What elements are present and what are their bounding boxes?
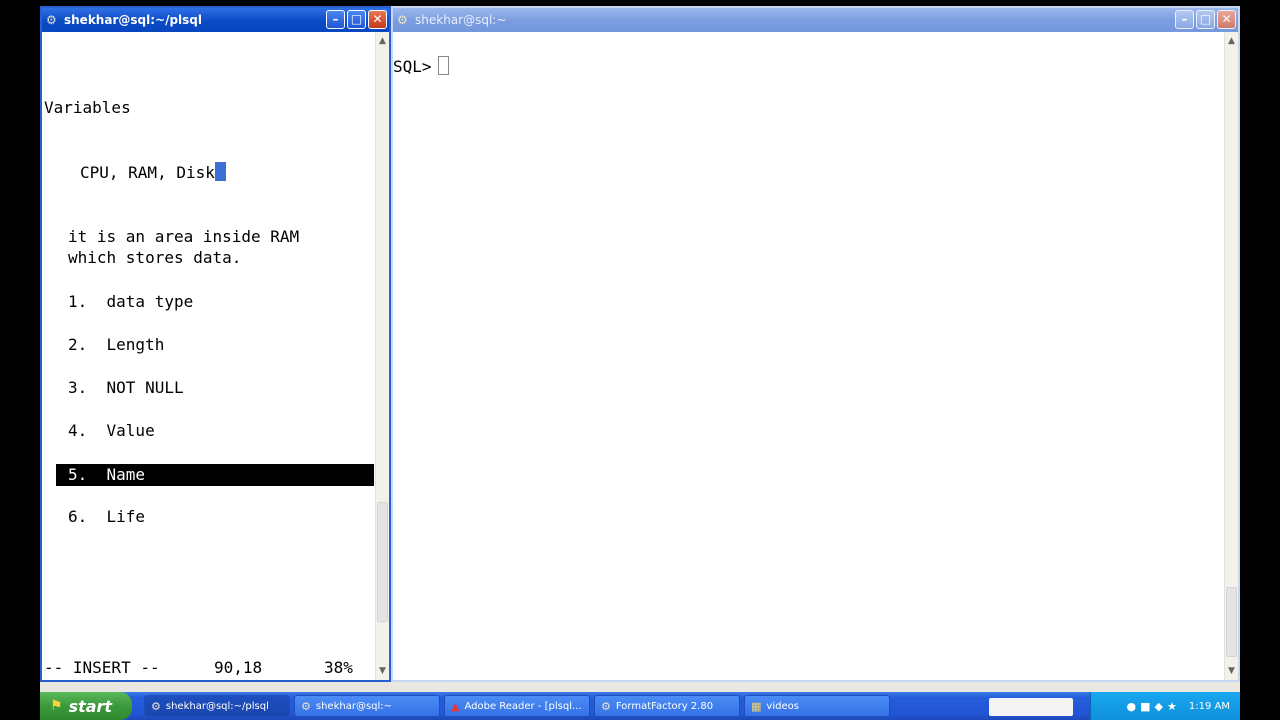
left-terminal-window[interactable]: ⚙ shekhar@sql:~/plsql – □ ✕ Variables CP… (40, 6, 391, 682)
taskbar-label: shekhar@sql:~ (315, 700, 393, 712)
sql-prompt-line: SQL> (393, 56, 449, 76)
taskbar-label: Adobe Reader - [plsql... (464, 700, 582, 712)
list-item-not-null: 3. NOT NULL (68, 378, 184, 397)
volume-icon[interactable]: ◆ (1155, 700, 1163, 713)
scroll-up-arrow-icon[interactable]: ▲ (1225, 34, 1238, 48)
putty-icon: ⚙ (397, 13, 408, 27)
system-tray: ● ■ ◆ ★ 1:19 AM (1090, 692, 1240, 720)
text-cursor (214, 162, 226, 181)
network-icon[interactable]: ● (1127, 700, 1137, 713)
scroll-down-arrow-icon[interactable]: ▼ (376, 664, 389, 678)
minimize-button[interactable]: – (326, 10, 345, 29)
clock[interactable]: 1:19 AM (1189, 701, 1230, 712)
adobe-reader-icon: ▲ (451, 699, 460, 713)
left-black-border (0, 0, 40, 720)
nero-search-logo (989, 698, 1073, 716)
definition-line-2: which stores data. (68, 248, 242, 267)
taskbar-button-videos[interactable]: ▦ videos (744, 695, 890, 717)
start-button[interactable]: ⚑ start (40, 692, 132, 720)
taskbar-button-adobe-reader[interactable]: ▲ Adobe Reader - [plsql... (444, 695, 590, 717)
vim-status-percent: 38% (324, 658, 353, 677)
left-window-title: shekhar@sql:~/plsql (64, 13, 202, 27)
vim-status-mode: -- INSERT -- (44, 658, 160, 677)
taskbar-label: videos (766, 700, 799, 712)
putty-icon: ⚙ (46, 13, 57, 27)
sql-prompt: SQL> (393, 57, 432, 76)
scrollbar-thumb[interactable] (1226, 587, 1237, 657)
hidden-window-strip (40, 682, 1240, 692)
taskbar-button-plsql[interactable]: ⚙ shekhar@sql:~/plsql (144, 695, 290, 717)
list-item-life: 6. Life (68, 507, 146, 526)
list-item-length: 2. Length (68, 335, 165, 354)
maximize-button[interactable]: □ (347, 10, 366, 29)
left-terminal-content[interactable]: Variables CPU, RAM, Disk it is an area i… (42, 32, 375, 680)
left-scrollbar[interactable]: ▲ ▼ (375, 32, 389, 680)
start-label: start (68, 696, 113, 716)
putty-icon: ⚙ (301, 699, 311, 713)
right-window-controls: – □ ✕ (1175, 10, 1236, 29)
list-item-data-type: 1. data type (68, 292, 194, 311)
close-button[interactable]: ✕ (368, 10, 387, 29)
right-terminal-content[interactable]: SQL> (393, 32, 1224, 680)
format-factory-icon: ⚙ (601, 699, 611, 713)
taskbar: ⚑ start ⚙ shekhar@sql:~/plsql ⚙ shekhar@… (40, 692, 1240, 720)
scroll-up-arrow-icon[interactable]: ▲ (376, 34, 389, 48)
folder-icon: ▦ (751, 699, 762, 713)
right-terminal-window[interactable]: ⚙ shekhar@sql:~ – □ ✕ SQL> ▲ ▼ (391, 6, 1240, 682)
star-icon[interactable]: ★ (1167, 700, 1177, 713)
highlighted-line: 5. Name (56, 464, 374, 486)
taskbar-label: shekhar@sql:~/plsql (165, 700, 269, 712)
maximize-button[interactable]: □ (1196, 10, 1215, 29)
taskbar-button-formatfactory[interactable]: ⚙ FormatFactory 2.80 (594, 695, 740, 717)
windows-flag-icon: ⚑ (50, 698, 63, 714)
close-button[interactable]: ✕ (1217, 10, 1236, 29)
minimize-button[interactable]: – (1175, 10, 1194, 29)
right-scrollbar[interactable]: ▲ ▼ (1224, 32, 1238, 680)
taskbar-label: FormatFactory 2.80 (615, 700, 714, 712)
putty-icon: ⚙ (151, 699, 161, 713)
components-line: CPU, RAM, Disk (80, 162, 226, 182)
security-icon[interactable]: ■ (1140, 700, 1150, 713)
right-window-titlebar[interactable]: ⚙ shekhar@sql:~ – □ ✕ (393, 8, 1238, 32)
right-window-title: shekhar@sql:~ (415, 13, 507, 27)
scrollbar-thumb[interactable] (377, 502, 388, 622)
list-item-name: 5. Name (68, 465, 146, 484)
components-text: CPU, RAM, Disk (80, 163, 215, 182)
left-window-titlebar[interactable]: ⚙ shekhar@sql:~/plsql – □ ✕ (42, 8, 389, 32)
right-black-border (1240, 0, 1280, 720)
scroll-down-arrow-icon[interactable]: ▼ (1225, 664, 1238, 678)
vim-status-position: 90,18 (214, 658, 263, 677)
definition-line-1: it is an area inside RAM (68, 227, 300, 246)
left-window-controls: – □ ✕ (326, 10, 387, 29)
sql-cursor (437, 56, 449, 75)
taskbar-button-sql[interactable]: ⚙ shekhar@sql:~ (294, 695, 440, 717)
heading-variables: Variables (44, 98, 131, 117)
list-item-value: 4. Value (68, 421, 155, 440)
